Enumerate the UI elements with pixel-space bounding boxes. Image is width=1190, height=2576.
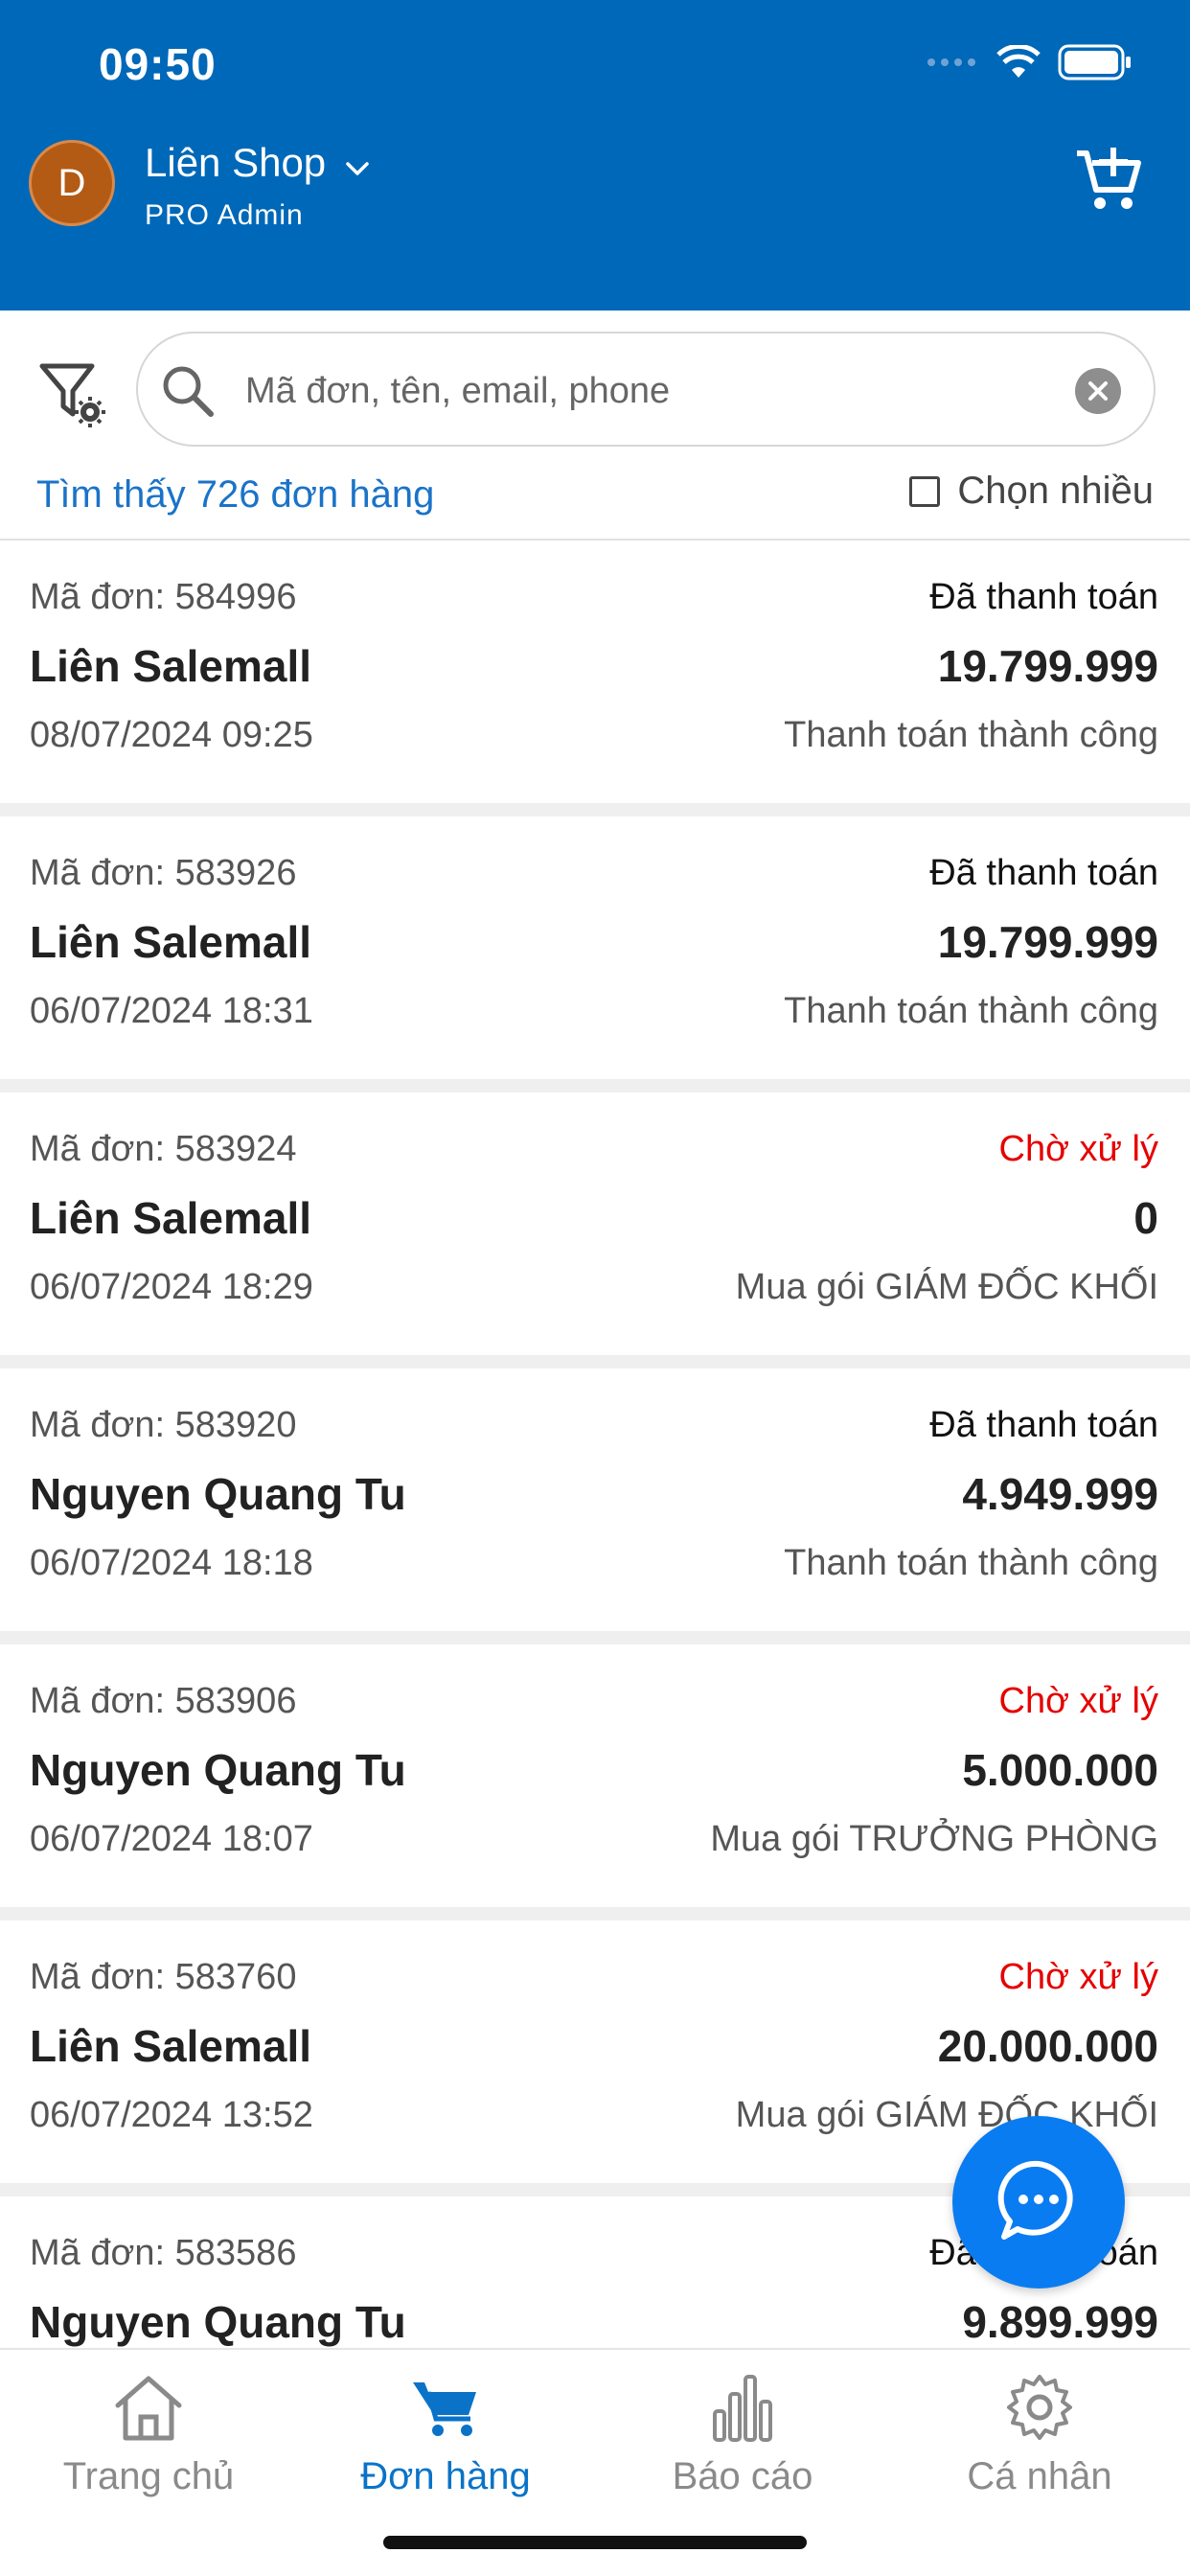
shop-switcher[interactable]: Liên Shop: [145, 140, 370, 186]
order-customer: Nguyen Quang Tu: [30, 1745, 406, 1795]
app-header: 09:50 D Liên Shop PRO Admin: [0, 0, 1190, 310]
order-amount: 0: [1133, 1193, 1158, 1243]
nav-home[interactable]: Trang chủ: [0, 2363, 297, 2498]
order-code: Mã đơn: 583926: [30, 853, 297, 893]
order-note: Mua gói GIÁM ĐỐC KHỐI: [735, 1267, 1158, 1307]
status-icons: [926, 43, 1133, 85]
filter-settings-icon: [36, 363, 109, 435]
order-amount: 19.799.999: [937, 641, 1158, 691]
nav-home-label: Trang chủ: [62, 2455, 235, 2497]
order-customer: Nguyen Quang Tu: [30, 2297, 406, 2347]
order-date: 06/07/2024 18:29: [30, 1267, 313, 1307]
order-note: Thanh toán thành công: [784, 715, 1158, 755]
order-note: Mua gói GIÁM ĐỐC KHỐI: [735, 2095, 1158, 2135]
gear-icon: [891, 2363, 1188, 2451]
order-date: 06/07/2024 13:52: [30, 2095, 313, 2135]
order-status: Đã thanh toán: [929, 1405, 1158, 1445]
filter-settings-button[interactable]: [36, 358, 109, 431]
order-date: 06/07/2024 18:31: [30, 991, 313, 1031]
order-code: Mã đơn: 583924: [30, 1129, 297, 1169]
chat-button[interactable]: [952, 2116, 1125, 2288]
order-code: Mã đơn: 583760: [30, 1957, 297, 1997]
chat-bubble-icon: [993, 2154, 1085, 2251]
bar-chart-icon: [594, 2363, 891, 2451]
cart-plus-icon: [1073, 148, 1144, 218]
order-status: Đã thanh toán: [929, 577, 1158, 617]
signal-icon: [926, 56, 979, 74]
avatar[interactable]: D: [29, 140, 115, 226]
nav-orders[interactable]: Đơn hàng: [297, 2363, 594, 2498]
multi-select-toggle[interactable]: Chọn nhiều: [909, 470, 1154, 513]
order-amount: 9.899.999: [962, 2297, 1158, 2347]
clear-search-button[interactable]: [1075, 368, 1121, 414]
cart-icon: [297, 2363, 594, 2451]
home-indicator: [383, 2536, 807, 2549]
search-input[interactable]: [245, 353, 1031, 429]
avatar-letter: D: [57, 161, 86, 204]
nav-profile-label: Cá nhân: [967, 2455, 1112, 2497]
order-row[interactable]: Mã đơn: 583920 Đã thanh toán Nguyen Quan…: [0, 1368, 1190, 1631]
order-code: Mã đơn: 583586: [30, 2233, 297, 2273]
order-row[interactable]: Mã đơn: 583906 Chờ xử lý Nguyen Quang Tu…: [0, 1644, 1190, 1907]
battery-icon: [1058, 44, 1133, 85]
order-customer: Liên Salemall: [30, 917, 312, 967]
status-time: 09:50: [99, 39, 217, 89]
order-note: Thanh toán thành công: [784, 1543, 1158, 1583]
order-amount: 4.949.999: [962, 1469, 1158, 1519]
order-count-text: Tìm thấy 726 đơn hàng: [36, 473, 435, 516]
order-code: Mã đơn: 583906: [30, 1681, 297, 1721]
order-code: Mã đơn: 583920: [30, 1405, 297, 1445]
multi-select-label: Chọn nhiều: [957, 470, 1154, 512]
order-customer: Nguyen Quang Tu: [30, 1469, 406, 1519]
order-amount: 19.799.999: [937, 917, 1158, 967]
nav-orders-label: Đơn hàng: [360, 2455, 531, 2497]
order-amount: 20.000.000: [937, 2021, 1158, 2071]
nav-profile[interactable]: Cá nhân: [891, 2363, 1188, 2498]
order-status: Đã thanh toán: [929, 853, 1158, 893]
order-customer: Liên Salemall: [30, 641, 312, 691]
shop-name: Liên Shop: [145, 140, 327, 185]
close-icon: [1088, 381, 1108, 401]
order-customer: Liên Salemall: [30, 2021, 312, 2071]
order-date: 08/07/2024 09:25: [30, 715, 313, 755]
search-icon: [159, 362, 217, 425]
order-row[interactable]: Mã đơn: 584996 Đã thanh toán Liên Salema…: [0, 540, 1190, 803]
nav-reports[interactable]: Báo cáo: [594, 2363, 891, 2498]
order-amount: 5.000.000: [962, 1745, 1158, 1795]
order-note: Mua gói TRƯỞNG PHÒNG: [710, 1819, 1158, 1859]
nav-reports-label: Báo cáo: [672, 2455, 813, 2497]
order-row[interactable]: Mã đơn: 583926 Đã thanh toán Liên Salema…: [0, 816, 1190, 1079]
order-date: 06/07/2024 18:07: [30, 1819, 313, 1859]
order-row[interactable]: Mã đơn: 583924 Chờ xử lý Liên Salemall 0…: [0, 1092, 1190, 1355]
order-list[interactable]: Mã đơn: 584996 Đã thanh toán Liên Salema…: [0, 540, 1190, 2348]
order-note: Thanh toán thành công: [784, 991, 1158, 1031]
search-bar[interactable]: [136, 332, 1156, 447]
multi-select-checkbox[interactable]: [909, 475, 941, 507]
order-date: 06/07/2024 18:18: [30, 1543, 313, 1583]
order-status: Chờ xử lý: [998, 1957, 1159, 1997]
order-status: Chờ xử lý: [998, 1129, 1159, 1169]
order-code: Mã đơn: 584996: [30, 577, 297, 617]
user-role: PRO Admin: [145, 199, 304, 231]
chevron-down-icon: [345, 140, 370, 186]
home-icon: [0, 2363, 297, 2451]
add-cart-button[interactable]: [1073, 144, 1144, 219]
wifi-icon: [996, 43, 1041, 84]
order-customer: Liên Salemall: [30, 1193, 312, 1243]
order-status: Chờ xử lý: [998, 1681, 1159, 1721]
